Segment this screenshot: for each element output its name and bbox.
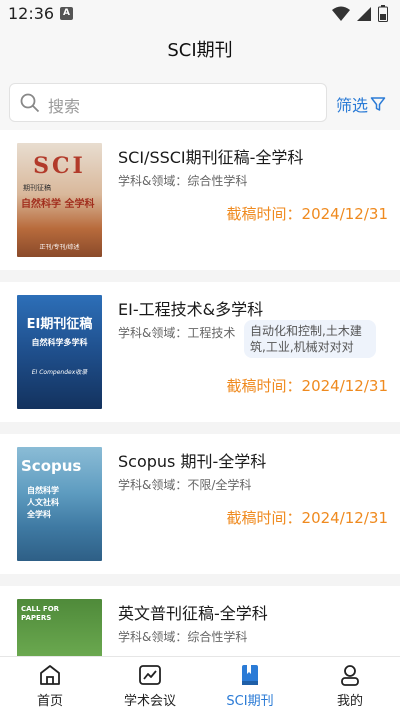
journal-list[interactable]: SCI 期刊征稿 自然科学 全学科 正刊/专刊/综述 SCI/SSCI期刊征稿-… — [0, 130, 400, 656]
journal-cover-image: EI期刊征稿 自然科学多学科 EI Compendex收录 — [17, 295, 102, 409]
bottom-tab-bar: 首页 学术会议 SCI期刊 我的 — [0, 656, 400, 711]
book-icon — [242, 665, 258, 685]
tab-sci-journals[interactable]: SCI期刊 — [200, 657, 300, 711]
journal-cover-image: SCI 期刊征稿 自然科学 全学科 正刊/专刊/综述 — [17, 143, 102, 257]
signal-icon — [357, 6, 371, 21]
chart-icon — [139, 665, 161, 685]
tab-label: SCI期刊 — [226, 694, 274, 709]
cover-title: Scopus — [21, 457, 82, 475]
person-icon — [341, 665, 359, 686]
tab-label: 我的 — [336, 694, 363, 709]
journal-field: 学科&领域：综合性学科 — [118, 174, 248, 188]
battery-icon — [378, 5, 388, 22]
journal-title: EI-工程技术&多学科 — [118, 300, 264, 319]
tab-home[interactable]: 首页 — [0, 657, 100, 711]
journal-card[interactable]: Scopus 自然科学 人文社科 全学科 Scopus 期刊-全学科 学科&领域… — [0, 434, 400, 574]
journal-title: 英文普刊征稿-全学科 — [118, 604, 268, 623]
page-title: SCI期刊 — [167, 40, 233, 61]
notification-icon: A — [60, 7, 73, 20]
journal-deadline: 截稿时间：2024/12/31 — [226, 509, 388, 527]
status-icons — [332, 5, 388, 22]
journal-title: SCI/SSCI期刊征稿-全学科 — [118, 148, 304, 167]
cover-footer: 正刊/专刊/综述 — [39, 244, 80, 251]
journal-cover-image: CALL FOR PAPERS — [17, 599, 102, 656]
app-header: SCI期刊 — [0, 28, 400, 74]
tab-label: 学术会议 — [123, 694, 176, 709]
journal-title: Scopus 期刊-全学科 — [118, 452, 267, 471]
journal-deadline: 截稿时间：2024/12/31 — [226, 377, 388, 395]
home-icon — [40, 665, 60, 685]
journal-card[interactable]: EI期刊征稿 自然科学多学科 EI Compendex收录 EI-工程技术&多学… — [0, 282, 400, 422]
cover-footer: 全学科 — [27, 510, 51, 519]
search-placeholder: 搜索 — [48, 97, 81, 116]
search-input[interactable]: 搜索 — [9, 83, 327, 122]
cover-line1: 期刊征稿 — [23, 184, 51, 192]
cover-line1: 自然科学多学科 — [31, 338, 88, 347]
journal-cover-image: Scopus 自然科学 人文社科 全学科 — [17, 447, 102, 561]
journal-subject-tag: 自动化和控制,土木建筑,工业,机械对对对 — [244, 320, 376, 358]
journal-deadline: 截稿时间：2024/12/31 — [226, 205, 388, 223]
search-icon — [20, 93, 40, 113]
cover-line2: 自然科学 全学科 — [21, 199, 95, 210]
status-time: 12:36 — [8, 4, 55, 23]
journal-field: 学科&领域：不限/全学科 — [118, 478, 252, 492]
cover-title: SCI — [33, 153, 86, 179]
journal-field: 学科&领域：工程技术 — [118, 326, 236, 340]
tab-profile[interactable]: 我的 — [300, 657, 400, 711]
journal-field: 学科&领域：综合性学科 — [118, 630, 248, 644]
filter-button[interactable]: 筛选 — [336, 92, 386, 116]
cover-line2: 人文社科 — [27, 498, 59, 507]
cover-line1: 自然科学 — [27, 486, 59, 495]
search-bar: 搜索 筛选 — [0, 74, 400, 130]
filter-label: 筛选 — [336, 96, 369, 115]
status-bar: 12:36 A — [0, 0, 400, 28]
filter-icon — [370, 97, 386, 111]
journal-card[interactable]: SCI 期刊征稿 自然科学 全学科 正刊/专刊/综述 SCI/SSCI期刊征稿-… — [0, 130, 400, 270]
cover-title: EI期刊征稿 — [26, 317, 93, 332]
journal-card[interactable]: CALL FOR PAPERS 英文普刊征稿-全学科 学科&领域：综合性学科 — [0, 586, 400, 656]
wifi-icon — [332, 6, 350, 21]
tab-conferences[interactable]: 学术会议 — [100, 657, 200, 711]
cover-title: CALL FOR PAPERS — [21, 605, 60, 622]
tab-label: 首页 — [36, 694, 63, 709]
cover-line2: EI Compendex收录 — [31, 369, 88, 376]
